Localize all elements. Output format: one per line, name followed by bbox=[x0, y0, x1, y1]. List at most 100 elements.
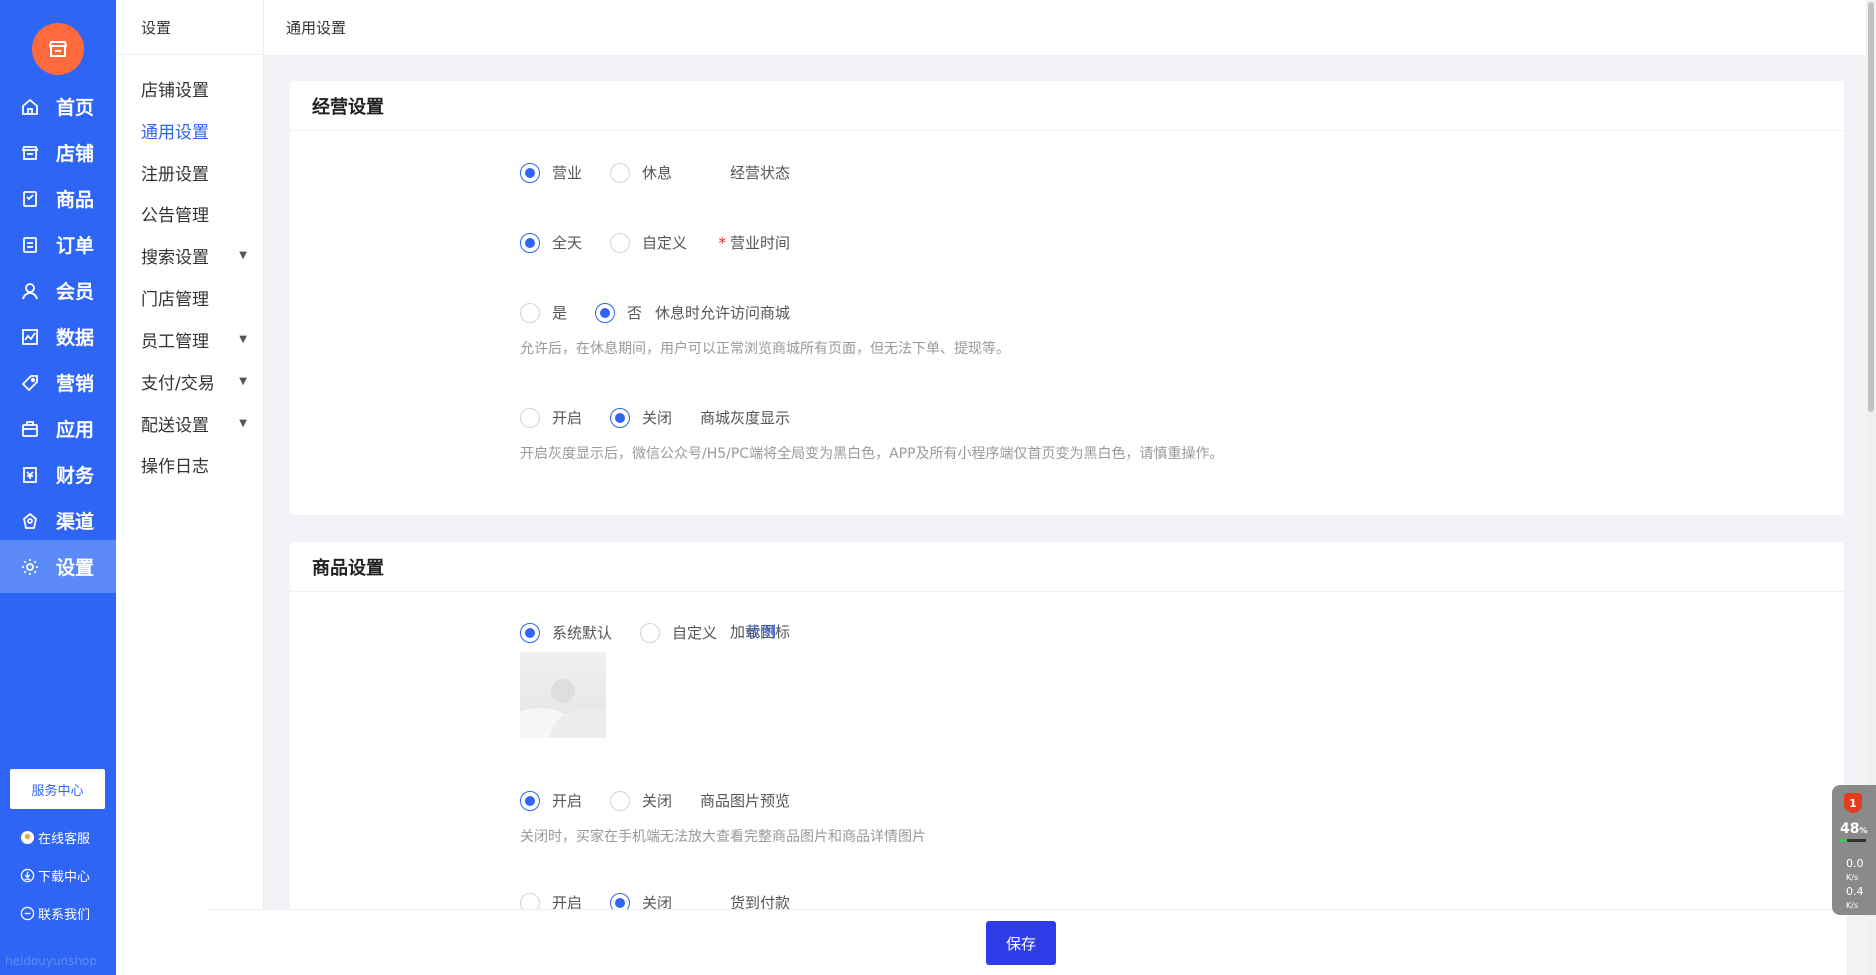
radio-open[interactable]: 营业 bbox=[520, 162, 582, 183]
link-label: 在线客服 bbox=[38, 832, 91, 847]
link-label: 联系我们 bbox=[38, 908, 91, 923]
tag-icon bbox=[20, 373, 40, 393]
app-icon bbox=[20, 419, 40, 439]
shop-logo-icon[interactable] bbox=[32, 23, 84, 75]
sidebar-item-payment[interactable]: 支付/交易 ▼ bbox=[141, 369, 257, 394]
radio-rest[interactable]: 休息 bbox=[610, 162, 672, 183]
goods-icon bbox=[20, 189, 40, 209]
sidebar-title: 设置 bbox=[116, 0, 263, 55]
usage-bar bbox=[1840, 839, 1866, 842]
example-link[interactable]: 示例 bbox=[746, 621, 776, 642]
loading-icon-preview bbox=[520, 652, 606, 738]
store-icon bbox=[20, 143, 40, 163]
page-title: 通用设置 bbox=[286, 19, 347, 37]
customer-service-icon bbox=[20, 830, 35, 845]
field-label: 休息时允许访问商城 bbox=[654, 304, 790, 322]
network-monitor-widget[interactable]: 1 48% 0.0 K/s 0.4 K/s bbox=[1832, 785, 1876, 915]
radio-all-day[interactable]: 全天 bbox=[520, 232, 582, 253]
chevron-down-icon: ▼ bbox=[239, 334, 247, 345]
upload-speed: 0.0 K/s bbox=[1846, 857, 1864, 883]
nav-item-settings[interactable]: 设置 bbox=[0, 540, 116, 593]
field-label: * 营业时间 bbox=[718, 232, 790, 253]
radio-label: 否 bbox=[627, 304, 643, 322]
sidebar-item-label: 搜索设置 bbox=[141, 248, 209, 268]
radio-gray-on[interactable]: 开启 bbox=[520, 407, 582, 428]
sidebar-item-label: 操作日志 bbox=[141, 457, 209, 477]
nav-label: 渠道 bbox=[56, 511, 95, 533]
sidebar-item-label: 公告管理 bbox=[141, 206, 209, 226]
radio-dot bbox=[610, 407, 630, 428]
service-center-button[interactable]: 服务中心 bbox=[10, 769, 105, 809]
radio-dot bbox=[520, 622, 540, 643]
radio-label: 全天 bbox=[552, 234, 583, 252]
radio-label: 开启 bbox=[552, 409, 583, 427]
radio-label: 关闭 bbox=[642, 409, 673, 427]
nav-label: 应用 bbox=[56, 419, 95, 441]
radio-custom-icon[interactable]: 自定义 bbox=[640, 622, 717, 643]
radio-dot bbox=[520, 790, 540, 811]
sidebar-item-operation-log[interactable]: 操作日志 bbox=[141, 452, 257, 477]
sidebar-item-delivery[interactable]: 配送设置 ▼ bbox=[141, 411, 257, 436]
field-hint: 关闭时，买家在手机端无法放大查看完整商品图片和商品详情图片 bbox=[520, 829, 926, 845]
radio-label: 是 bbox=[552, 304, 568, 322]
sidebar-item-label: 门店管理 bbox=[141, 290, 209, 310]
sidebar-item-stores[interactable]: 门店管理 bbox=[141, 285, 257, 310]
radio-label: 开启 bbox=[552, 792, 583, 810]
sidebar-item-general-settings[interactable]: 通用设置 bbox=[141, 118, 257, 143]
radio-label: 关闭 bbox=[642, 792, 673, 810]
radio-label: 休息 bbox=[642, 164, 673, 182]
sidebar-item-staff[interactable]: 员工管理 ▼ bbox=[141, 327, 257, 352]
footer-bar: 保存 bbox=[206, 909, 1846, 975]
radio-label: 系统默认 bbox=[552, 624, 613, 642]
radio-dot bbox=[595, 302, 615, 323]
nav-label: 数据 bbox=[56, 327, 95, 349]
nav-label: 店铺 bbox=[56, 143, 95, 165]
link-label: 下载中心 bbox=[38, 870, 91, 885]
field-label: 商城灰度显示 bbox=[699, 409, 790, 427]
radio-gray-off[interactable]: 关闭 bbox=[610, 407, 672, 428]
shield-icon: 1 bbox=[1844, 793, 1862, 813]
main-nav: 首页 店铺 商品 订单 会员 数据 营销 应用 财务 渠道 设置 服务中心 在线… bbox=[0, 0, 116, 975]
section-title: 商品设置 bbox=[290, 542, 1844, 592]
sidebar-item-label: 通用设置 bbox=[141, 123, 209, 143]
radio-dot bbox=[610, 162, 630, 183]
settings-sidebar: 设置 店铺设置 通用设置 注册设置 公告管理 搜索设置 ▼ 门店管理 员工管理 ▼ … bbox=[116, 0, 264, 975]
download-speed: 0.4 K/s bbox=[1846, 885, 1864, 911]
sidebar-item-search-settings[interactable]: 搜索设置 ▼ bbox=[141, 243, 257, 268]
section-title: 经营设置 bbox=[290, 81, 1844, 131]
radio-preview-off[interactable]: 关闭 bbox=[610, 790, 672, 811]
radio-label: 营业 bbox=[552, 164, 583, 182]
save-button[interactable]: 保存 bbox=[986, 921, 1056, 965]
radio-yes[interactable]: 是 bbox=[520, 302, 567, 323]
chart-icon bbox=[20, 327, 40, 347]
sidebar-item-label: 店铺设置 bbox=[141, 81, 209, 101]
gear-icon bbox=[20, 557, 40, 577]
radio-dot bbox=[640, 622, 660, 643]
field-hint: 允许后，在休息期间，用户可以正常浏览商城所有页面，但无法下单、提现等。 bbox=[520, 341, 1010, 357]
radio-custom-hours[interactable]: 自定义 bbox=[610, 232, 687, 253]
chevron-down-icon: ▼ bbox=[239, 376, 247, 387]
percent-number: 48 bbox=[1840, 821, 1860, 837]
radio-dot bbox=[520, 162, 540, 183]
member-icon bbox=[20, 281, 40, 301]
contact-us-link[interactable]: 联系我们 bbox=[20, 904, 90, 923]
sidebar-item-announcement[interactable]: 公告管理 bbox=[141, 201, 257, 226]
sidebar-item-store-settings[interactable]: 店铺设置 bbox=[141, 76, 257, 101]
goods-settings-card: 商品设置 加载图标 系统默认 自定义 示例 商品图片预览 开启 关闭 关闭时，买… bbox=[290, 542, 1844, 962]
radio-preview-on[interactable]: 开启 bbox=[520, 790, 582, 811]
radio-label: 自定义 bbox=[672, 624, 718, 642]
scrollbar-thumb[interactable] bbox=[1868, 2, 1874, 412]
radio-no[interactable]: 否 bbox=[595, 302, 642, 323]
chevron-down-icon: ▼ bbox=[239, 250, 247, 261]
radio-dot bbox=[520, 232, 540, 253]
required-mark: * bbox=[718, 234, 726, 252]
business-settings-card: 经营设置 经营状态 营业 休息 * 营业时间 全天 自定义 休息时允许访问商城 是… bbox=[290, 81, 1844, 515]
radio-system-default[interactable]: 系统默认 bbox=[520, 622, 612, 643]
nav-label: 会员 bbox=[56, 281, 95, 303]
download-center-link[interactable]: 下载中心 bbox=[20, 866, 90, 885]
online-service-link[interactable]: 在线客服 bbox=[20, 828, 90, 847]
nav-label: 订单 bbox=[56, 235, 95, 257]
percent-unit: % bbox=[1859, 826, 1868, 835]
radio-dot bbox=[520, 407, 540, 428]
sidebar-item-register-settings[interactable]: 注册设置 bbox=[141, 160, 257, 185]
